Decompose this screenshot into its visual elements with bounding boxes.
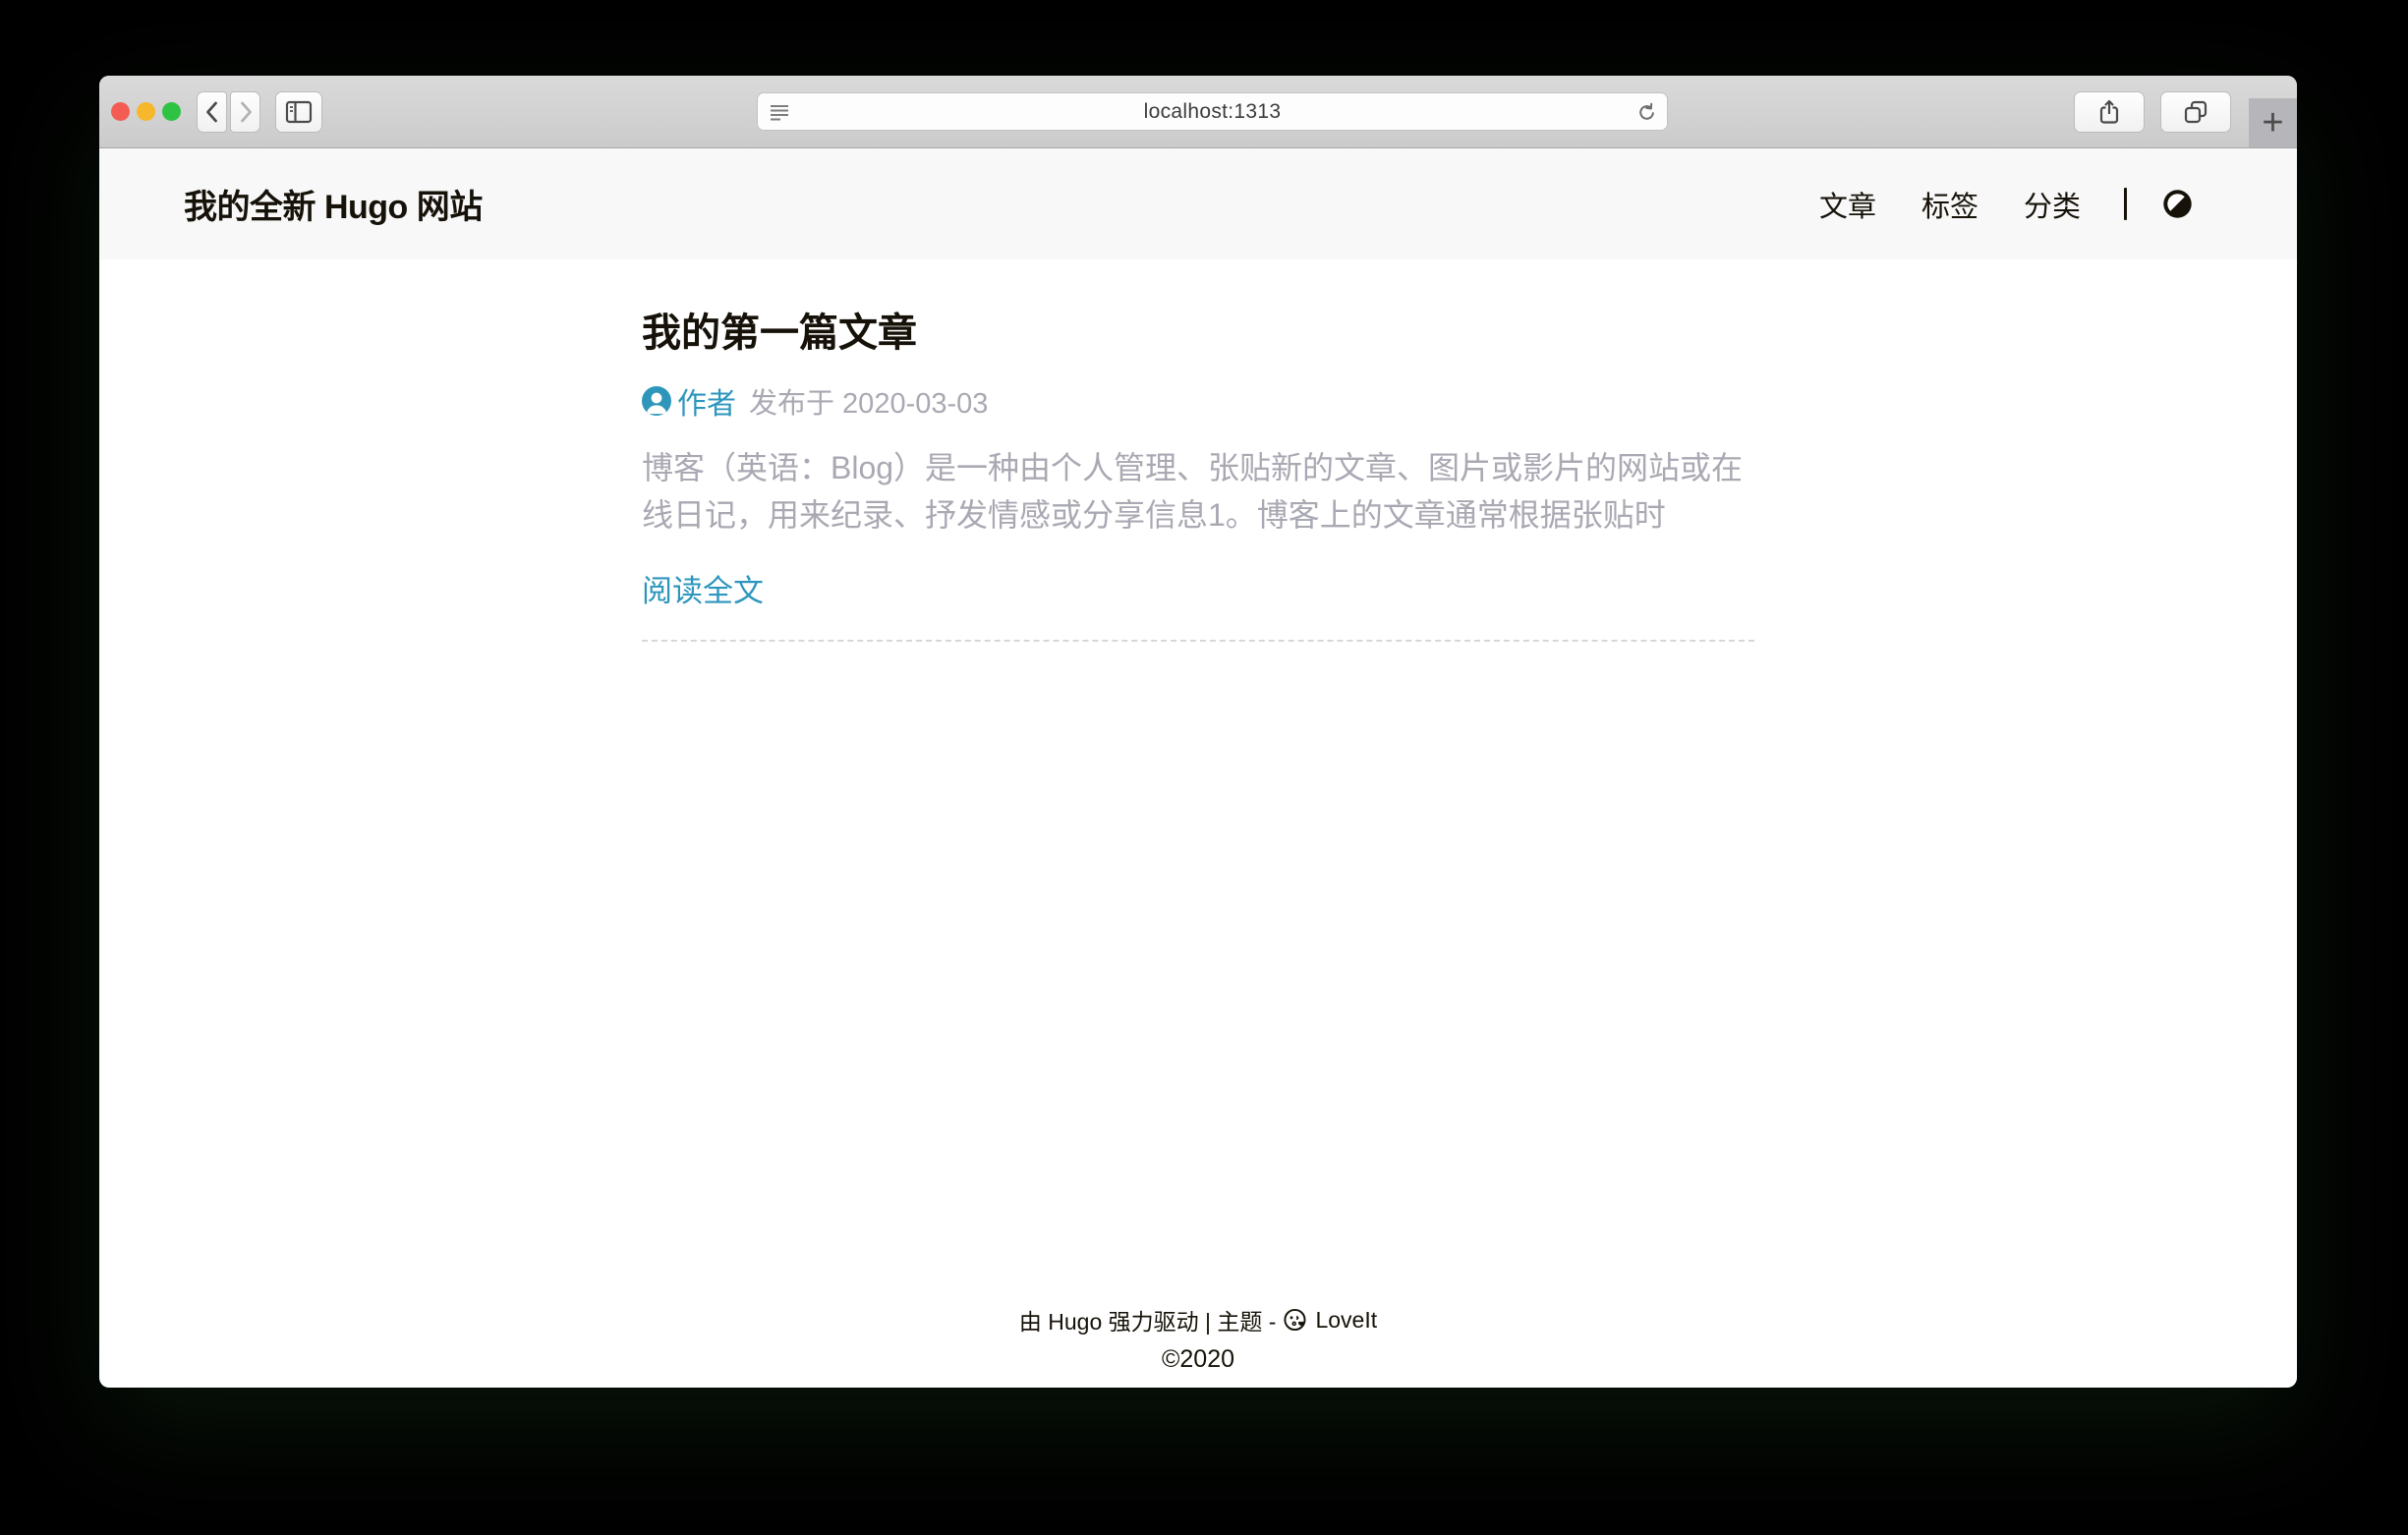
close-button[interactable] [111,102,130,121]
tabs-icon [2182,99,2209,125]
author-avatar-icon [642,386,671,416]
chevron-right-icon [235,99,257,125]
forward-button[interactable] [230,91,260,133]
footer-theme-link[interactable]: LoveIt [1315,1307,1377,1334]
footer-copyright: ©2020 [99,1345,2297,1374]
nav-item-categories[interactable]: 分类 [2024,184,2081,225]
main-nav: 文章 标签 分类 [1819,184,2193,225]
kissing-face-emoji-icon [1283,1307,1308,1333]
url-text: localhost:1313 [758,100,1667,124]
zoom-button[interactable] [162,102,181,121]
sidebar-icon [285,100,313,124]
tab-overview-button[interactable] [2160,91,2231,133]
author-link[interactable]: 作者 [677,379,736,423]
site-header: 我的全新 Hugo 网站 文章 标签 分类 [99,148,2297,259]
page-content: 我的第一篇文章 作者 发布于 2020-03-03 博客（英语：Blog）是一种… [99,259,2297,1303]
post-title[interactable]: 我的第一篇文章 [642,311,1754,356]
share-button[interactable] [2074,91,2145,133]
sidebar-toggle-button[interactable] [275,91,322,133]
browser-toolbar: localhost:1313 [99,76,2297,148]
footer-powered-line: 由 Hugo 强力驱动 | 主题 - LoveIt [99,1303,2297,1336]
post-summary-text: 博客（英语：Blog）是一种由个人管理、张贴新的文章、图片或影片的网站或在线日记… [642,444,1754,539]
site-title[interactable]: 我的全新 Hugo 网站 [184,180,483,228]
theme-toggle-button[interactable] [2162,189,2193,219]
post-meta: 作者 发布于 2020-03-03 [642,379,1754,423]
footer-powered-text: 由 Hugo 强力驱动 | 主题 - [1019,1303,1277,1336]
browser-window: localhost:1313 [99,76,2297,1388]
site-footer: 由 Hugo 强力驱动 | 主题 - LoveIt ©2020 [99,1303,2297,1388]
address-bar[interactable]: localhost:1313 [757,92,1668,131]
chevron-left-icon [201,99,223,125]
traffic-lights [111,102,181,121]
refresh-button[interactable] [1635,101,1658,124]
back-button[interactable] [197,91,227,133]
nav-item-posts[interactable]: 文章 [1819,184,1876,225]
new-tab-button[interactable]: + [2249,98,2297,147]
read-more-link[interactable]: 阅读全文 [642,566,764,610]
nav-divider [2124,188,2127,220]
share-icon [2096,98,2122,126]
post-divider [642,640,1754,642]
nav-item-tags[interactable]: 标签 [1921,184,1978,225]
post-summary-card: 我的第一篇文章 作者 发布于 2020-03-03 博客（英语：Blog）是一种… [642,311,1754,642]
minimize-button[interactable] [137,102,155,121]
publish-date: 发布于 2020-03-03 [749,380,988,422]
contrast-circle-icon [2162,189,2193,219]
